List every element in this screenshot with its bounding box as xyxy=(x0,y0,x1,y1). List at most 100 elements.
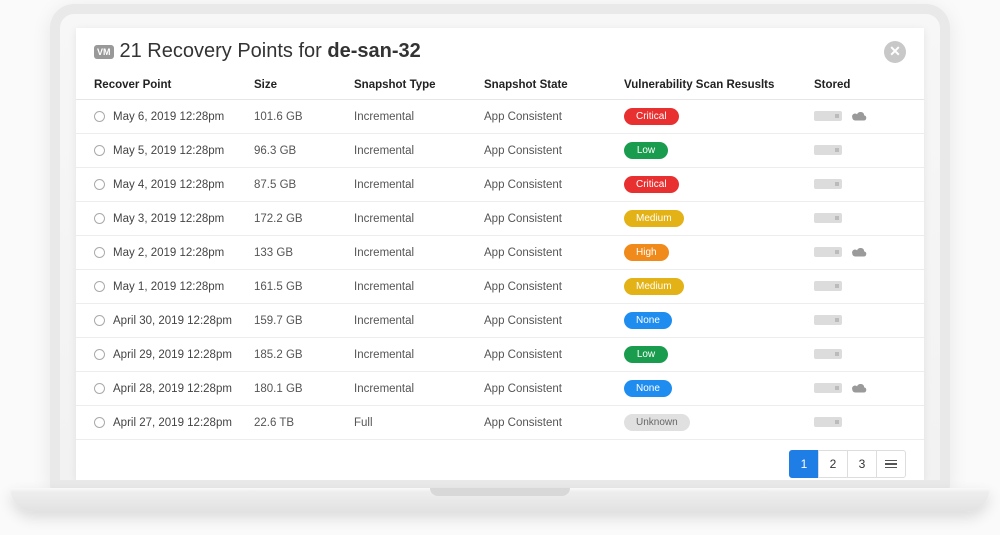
cell-type: Incremental xyxy=(346,100,476,134)
cell-type: Full xyxy=(346,406,476,440)
cell-date: May 5, 2019 12:28pm xyxy=(113,145,224,157)
vm-icon: VM xyxy=(94,45,114,59)
col-snapshot-state[interactable]: Snapshot State xyxy=(476,71,616,100)
col-snapshot-type[interactable]: Snapshot Type xyxy=(346,71,476,100)
cell-type: Incremental xyxy=(346,168,476,202)
page-menu-icon[interactable] xyxy=(876,450,906,478)
row-radio[interactable] xyxy=(94,145,105,156)
table-row[interactable]: April 30, 2019 12:28pm 159.7 GBIncrementa… xyxy=(76,304,924,338)
vuln-badge: Medium xyxy=(624,210,684,227)
window-header: VM 21 Recovery Points for de-san-32 ✕ xyxy=(76,28,924,71)
storage-bar-icon xyxy=(814,281,842,291)
row-radio[interactable] xyxy=(94,179,105,190)
table-row[interactable]: April 28, 2019 12:28pm 180.1 GBIncrementa… xyxy=(76,372,924,406)
cell-type: Incremental xyxy=(346,270,476,304)
row-radio[interactable] xyxy=(94,111,105,122)
row-radio[interactable] xyxy=(94,417,105,428)
table-row[interactable]: May 1, 2019 12:28pm 161.5 GBIncrementalAp… xyxy=(76,270,924,304)
table-row[interactable]: May 2, 2019 12:28pm 133 GBIncrementalApp … xyxy=(76,236,924,270)
vuln-badge: Low xyxy=(624,346,668,363)
vuln-badge: High xyxy=(624,244,669,261)
page-1[interactable]: 1 xyxy=(789,450,819,478)
cell-type: Incremental xyxy=(346,236,476,270)
row-radio[interactable] xyxy=(94,247,105,258)
table-row[interactable]: May 4, 2019 12:28pm 87.5 GBIncrementalApp… xyxy=(76,168,924,202)
cell-date: April 29, 2019 12:28pm xyxy=(113,349,232,361)
vuln-badge: Critical xyxy=(624,108,679,125)
storage-bar-icon xyxy=(814,111,842,121)
cell-type: Incremental xyxy=(346,134,476,168)
storage-bar-icon xyxy=(814,383,842,393)
storage-bar-icon xyxy=(814,349,842,359)
page-title: 21 Recovery Points for de-san-32 xyxy=(120,40,421,63)
pagination: 123 xyxy=(76,440,924,478)
laptop-base xyxy=(10,488,990,512)
cell-type: Incremental xyxy=(346,202,476,236)
cell-date: May 2, 2019 12:28pm xyxy=(113,247,224,259)
cell-size: 22.6 TB xyxy=(246,406,346,440)
cell-size: 87.5 GB xyxy=(246,168,346,202)
cell-state: App Consistent xyxy=(476,304,616,338)
col-recover-point[interactable]: Recover Point xyxy=(76,71,246,100)
cell-type: Incremental xyxy=(346,338,476,372)
storage-bar-icon xyxy=(814,417,842,427)
close-icon[interactable]: ✕ xyxy=(884,41,906,63)
cloud-icon xyxy=(850,246,868,258)
table-row[interactable]: May 3, 2019 12:28pm 172.2 GBIncrementalAp… xyxy=(76,202,924,236)
recovery-points-table: Recover Point Size Snapshot Type Snapsho… xyxy=(76,71,924,440)
cell-state: App Consistent xyxy=(476,202,616,236)
camera-dot xyxy=(497,8,503,14)
cell-state: App Consistent xyxy=(476,168,616,202)
vuln-badge: Unknown xyxy=(624,414,690,431)
title-prefix: 21 Recovery Points for xyxy=(120,40,328,62)
cell-date: May 4, 2019 12:28pm xyxy=(113,179,224,191)
storage-bar-icon xyxy=(814,145,842,155)
cell-type: Incremental xyxy=(346,304,476,338)
table-row[interactable]: April 29, 2019 12:28pm185.2 GBIncrementa… xyxy=(76,338,924,372)
table-row[interactable]: April 27, 2019 12:28pm 22.6 TBFullApp Con… xyxy=(76,406,924,440)
cell-date: April 30, 2019 12:28pm xyxy=(113,315,232,327)
cell-state: App Consistent xyxy=(476,406,616,440)
cell-state: App Consistent xyxy=(476,100,616,134)
col-size[interactable]: Size xyxy=(246,71,346,100)
cell-date: April 27, 2019 12:28pm xyxy=(113,417,232,429)
row-radio[interactable] xyxy=(94,349,105,360)
cell-size: 133 GB xyxy=(246,236,346,270)
table-row[interactable]: May 6, 2019 12:28pm 101.6 GBIncrementalAp… xyxy=(76,100,924,134)
cell-state: App Consistent xyxy=(476,134,616,168)
page-3[interactable]: 3 xyxy=(847,450,877,478)
cell-size: 159.7 GB xyxy=(246,304,346,338)
cell-size: 101.6 GB xyxy=(246,100,346,134)
row-radio[interactable] xyxy=(94,383,105,394)
storage-bar-icon xyxy=(814,213,842,223)
vuln-badge: Medium xyxy=(624,278,684,295)
cell-size: 161.5 GB xyxy=(246,270,346,304)
vuln-badge: Critical xyxy=(624,176,679,193)
row-radio[interactable] xyxy=(94,315,105,326)
storage-bar-icon xyxy=(814,247,842,257)
recovery-points-window: VM 21 Recovery Points for de-san-32 ✕ Re… xyxy=(76,28,924,480)
cell-size: 96.3 GB xyxy=(246,134,346,168)
vuln-badge: Low xyxy=(624,142,668,159)
cell-size: 172.2 GB xyxy=(246,202,346,236)
cell-date: May 1, 2019 12:28pm xyxy=(113,281,224,293)
page-2[interactable]: 2 xyxy=(818,450,848,478)
cell-date: April 28, 2019 12:28pm xyxy=(113,383,232,395)
vuln-badge: None xyxy=(624,312,672,329)
cell-size: 180.1 GB xyxy=(246,372,346,406)
row-radio[interactable] xyxy=(94,213,105,224)
cell-state: App Consistent xyxy=(476,236,616,270)
col-vulnerability[interactable]: Vulnerability Scan Resuslts xyxy=(616,71,806,100)
title-hostname: de-san-32 xyxy=(327,40,420,62)
cell-date: May 3, 2019 12:28pm xyxy=(113,213,224,225)
cell-type: Incremental xyxy=(346,372,476,406)
row-radio[interactable] xyxy=(94,281,105,292)
cell-date: May 6, 2019 12:28pm xyxy=(113,111,224,123)
col-stored[interactable]: Stored xyxy=(806,71,924,100)
table-row[interactable]: May 5, 2019 12:28pm 96.3 GBIncrementalApp… xyxy=(76,134,924,168)
cell-state: App Consistent xyxy=(476,338,616,372)
cloud-icon xyxy=(850,110,868,122)
vuln-badge: None xyxy=(624,380,672,397)
cell-state: App Consistent xyxy=(476,270,616,304)
cell-state: App Consistent xyxy=(476,372,616,406)
